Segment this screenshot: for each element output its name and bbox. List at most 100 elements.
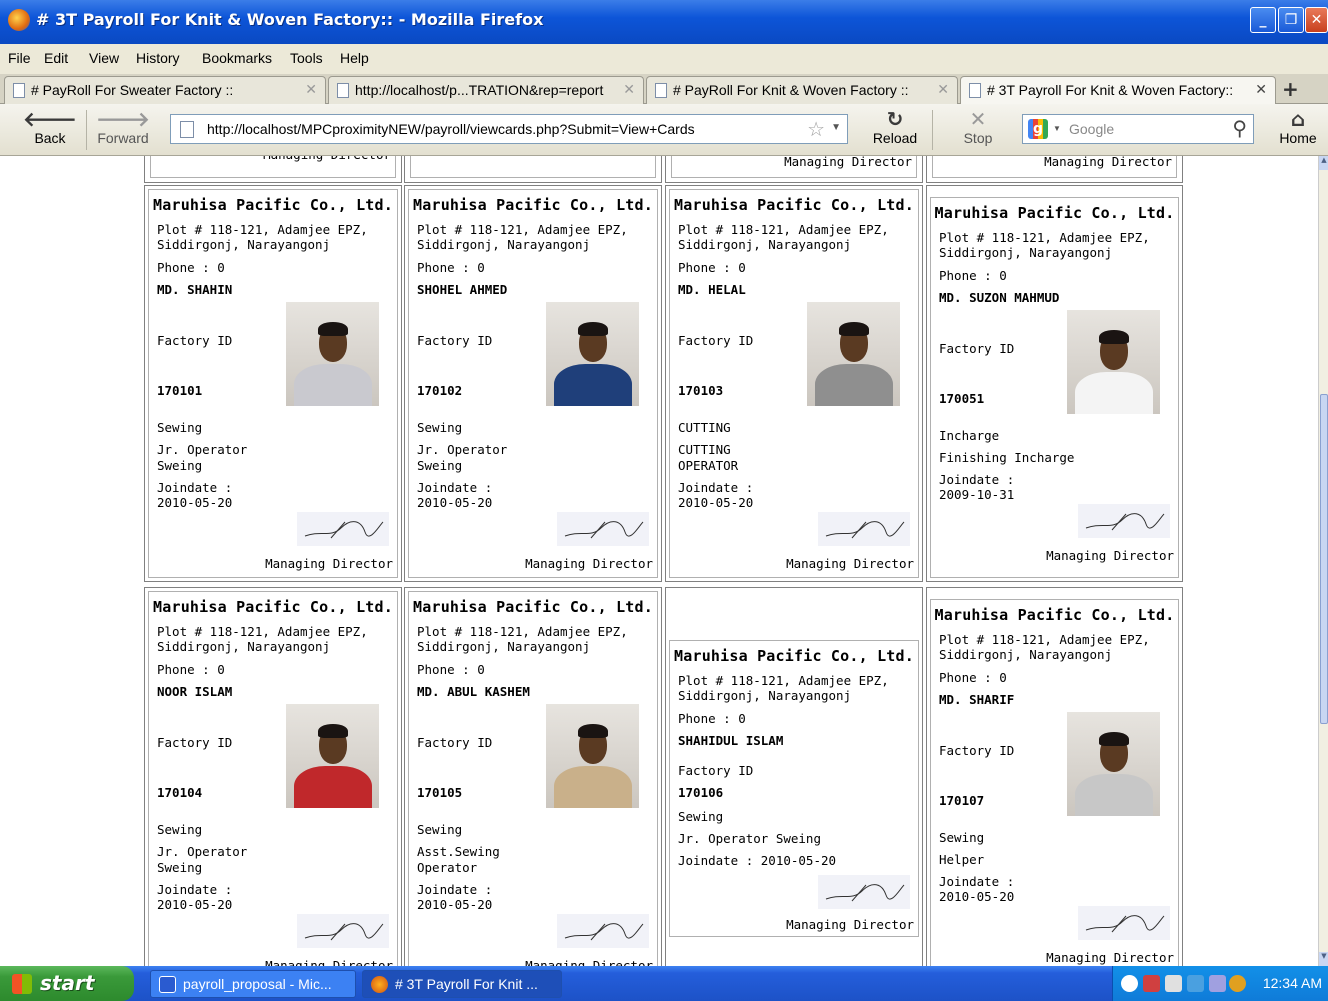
- close-tab-icon[interactable]: ✕: [623, 81, 635, 98]
- designation: Jr. Operator: [417, 442, 508, 457]
- signatory-label: Managing Director: [784, 156, 912, 169]
- menu-history[interactable]: History: [136, 50, 180, 66]
- joindate-label: Joindate :: [157, 480, 233, 495]
- scroll-up-icon[interactable]: ▲: [1319, 156, 1328, 170]
- url-bar[interactable]: http://localhost/MPCproximityNEW/payroll…: [170, 114, 848, 144]
- search-icon[interactable]: ⚲: [1232, 116, 1247, 141]
- tab-sweater[interactable]: # PayRoll For Sweater Factory :: ✕: [4, 76, 326, 104]
- department: Sewing: [939, 830, 985, 845]
- id-card[interactable]: Maruhisa Pacific Co., Ltd. Plot # 118-121…: [148, 189, 398, 578]
- joindate-value: 2010-05-20: [939, 889, 1015, 904]
- employee-name: MD. SUZON MAHMUD: [939, 290, 1060, 305]
- menu-bookmarks[interactable]: Bookmarks: [202, 50, 272, 66]
- stop-button[interactable]: ✕ Stop: [950, 108, 1006, 152]
- company-phone: Phone : 0: [939, 670, 1007, 685]
- designation-line2: Sweing: [157, 458, 203, 473]
- menu-edit[interactable]: Edit: [44, 50, 68, 66]
- close-tab-icon[interactable]: ✕: [937, 81, 949, 98]
- signature-image: [557, 914, 649, 948]
- new-tab-icon[interactable]: +: [1282, 77, 1299, 101]
- tab-label: # PayRoll For Knit & Woven Factory ::: [673, 82, 909, 98]
- employee-name: SHAHIDUL ISLAM: [678, 733, 784, 748]
- close-tab-icon[interactable]: ✕: [1255, 81, 1267, 98]
- update-icon[interactable]: [1229, 975, 1246, 992]
- employee-name: MD. ABUL KASHEM: [417, 684, 530, 699]
- photo-hair: [839, 322, 869, 336]
- designation: Asst.Sewing: [417, 844, 500, 859]
- separator: [932, 110, 933, 150]
- menu-file[interactable]: File: [8, 50, 31, 66]
- joindate-value: 2010-05-20: [678, 495, 754, 510]
- tray-expand-icon[interactable]: [1121, 975, 1138, 992]
- company-name: Maruhisa Pacific Co., Ltd.: [674, 647, 914, 665]
- employee-photo: [546, 302, 639, 406]
- search-input[interactable]: g ▼ Google ⚲: [1022, 114, 1254, 144]
- google-icon[interactable]: g: [1028, 119, 1048, 139]
- monitor-icon[interactable]: [1187, 975, 1204, 992]
- menu-help[interactable]: Help: [340, 50, 369, 66]
- menu-tools[interactable]: Tools: [290, 50, 323, 66]
- employee-name: MD. SHARIF: [939, 692, 1015, 707]
- close-tab-icon[interactable]: ✕: [305, 81, 317, 98]
- id-card[interactable]: Maruhisa Pacific Co., Ltd. Plot # 118-121…: [408, 591, 658, 966]
- url-text: http://localhost/MPCproximityNEW/payroll…: [207, 121, 695, 137]
- company-address-line1: Plot # 118-121, Adamjee EPZ,: [678, 673, 889, 688]
- volume-icon[interactable]: [1209, 975, 1226, 992]
- scroll-down-icon[interactable]: ▼: [1319, 952, 1328, 966]
- joindate-label: Joindate :: [939, 874, 1015, 889]
- company-address-line2: Siddirgonj, Narayangonj: [157, 237, 331, 252]
- photo-hair: [1099, 732, 1129, 746]
- joindate-value: 2009-10-31: [939, 487, 1015, 502]
- signature-image: [1078, 906, 1170, 940]
- tab-report[interactable]: http://localhost/p...TRATION&rep=report …: [328, 76, 644, 104]
- scroll-thumb[interactable]: [1320, 394, 1328, 724]
- tab-knit-woven[interactable]: # PayRoll For Knit & Woven Factory :: ✕: [646, 76, 958, 104]
- employee-photo: [807, 302, 900, 406]
- home-button[interactable]: ⌂ Home: [1270, 108, 1326, 152]
- taskbar-item-word[interactable]: payroll_proposal - Mic...: [150, 970, 356, 998]
- signature-image: [297, 512, 389, 546]
- id-card[interactable]: Maruhisa Pacific Co., Ltd. Plot # 118-121…: [669, 640, 919, 937]
- factory-id-label: Factory ID: [417, 735, 493, 750]
- close-button[interactable]: ✕: [1305, 7, 1328, 33]
- designation: CUTTING: [678, 442, 731, 457]
- employee-name: MD. HELAL: [678, 282, 746, 297]
- forward-button[interactable]: 🡒 Forward: [92, 108, 154, 152]
- start-button[interactable]: start: [0, 966, 134, 1001]
- minimize-button[interactable]: _: [1250, 7, 1276, 33]
- id-card[interactable]: Maruhisa Pacific Co., Ltd. Plot # 118-121…: [930, 197, 1179, 578]
- taskbar-item-firefox[interactable]: # 3T Payroll For Knit ...: [362, 970, 562, 998]
- company-address-line2: Siddirgonj, Narayangonj: [939, 245, 1113, 260]
- signatory-label: Managing Director: [786, 556, 914, 571]
- joindate-label: Joindate :: [417, 480, 493, 495]
- joindate-value: 2010-05-20: [417, 495, 493, 510]
- factory-id-label: Factory ID: [939, 341, 1015, 356]
- tab-3t-payroll[interactable]: # 3T Payroll For Knit & Woven Factory:: …: [960, 76, 1276, 105]
- factory-id-value: 170101: [157, 383, 203, 398]
- system-tray: 12:34 AM: [1112, 966, 1328, 1001]
- reload-button[interactable]: ↻ Reload: [864, 108, 926, 152]
- bookmark-star-icon[interactable]: ☆: [807, 117, 825, 142]
- employee-name: MD. SHAHIN: [157, 282, 233, 297]
- company-address-line1: Plot # 118-121, Adamjee EPZ,: [678, 222, 889, 237]
- restore-button[interactable]: ❐: [1278, 7, 1304, 33]
- company-address-line1: Plot # 118-121, Adamjee EPZ,: [939, 230, 1150, 245]
- home-label: Home: [1279, 130, 1317, 146]
- windows-logo-icon: [12, 974, 32, 994]
- signatory-label: Managing Director: [263, 156, 391, 162]
- firefox-icon: [371, 976, 388, 993]
- network-icon[interactable]: [1143, 975, 1160, 992]
- chevron-down-icon[interactable]: ▼: [831, 122, 841, 133]
- cloud-icon[interactable]: [1165, 975, 1182, 992]
- id-card[interactable]: Maruhisa Pacific Co., Ltd. Plot # 118-121…: [669, 189, 919, 578]
- chevron-down-icon[interactable]: ▼: [1053, 124, 1061, 133]
- vertical-scrollbar[interactable]: ▲ ▼: [1318, 156, 1328, 966]
- company-address-line2: Siddirgonj, Narayangonj: [678, 237, 852, 252]
- id-card[interactable]: Maruhisa Pacific Co., Ltd. Plot # 118-121…: [930, 599, 1179, 966]
- menu-view[interactable]: View: [89, 50, 119, 66]
- department: Sewing: [417, 822, 463, 837]
- id-card[interactable]: Maruhisa Pacific Co., Ltd. Plot # 118-121…: [148, 591, 398, 966]
- back-button[interactable]: 🡐 Back: [20, 108, 80, 152]
- photo-body: [554, 766, 632, 808]
- id-card[interactable]: Maruhisa Pacific Co., Ltd. Plot # 118-121…: [408, 189, 658, 578]
